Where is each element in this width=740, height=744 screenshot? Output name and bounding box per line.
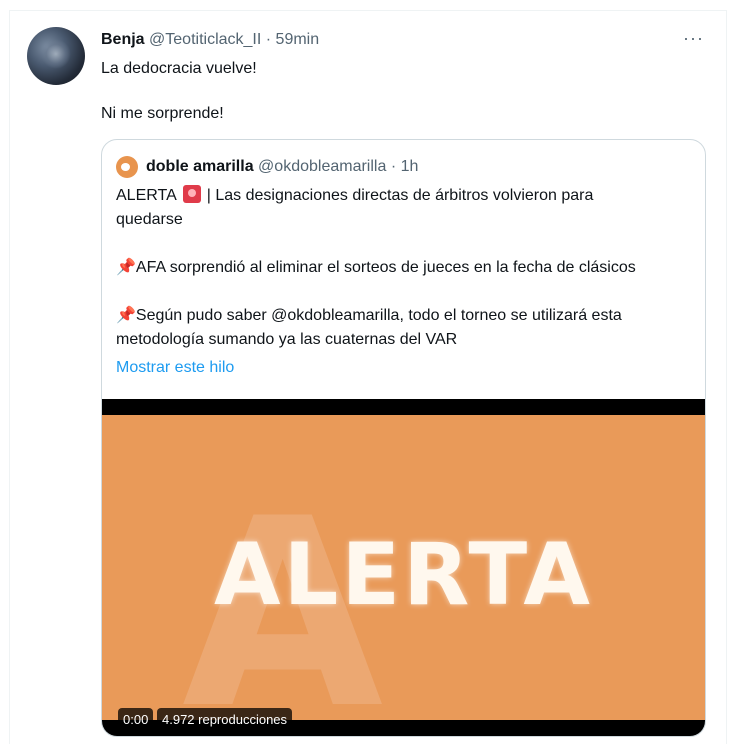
pushpin-icon: 📌 bbox=[116, 259, 136, 276]
quoted-text-alert: ALERTA | Las designaciones directas de ár… bbox=[116, 184, 696, 232]
video-views-badge: 4.972 reproducciones bbox=[157, 708, 293, 732]
timestamp[interactable]: 59min bbox=[276, 31, 320, 48]
quoted-text-pin2: 📌Según pudo saber @okdobleamarilla, todo… bbox=[116, 304, 696, 352]
more-options-icon[interactable]: ··· bbox=[683, 28, 704, 49]
tweet-header: Benja @Teotiticlack_II · 59min bbox=[101, 30, 319, 50]
alert-line2: quedarse bbox=[116, 211, 183, 228]
quoted-header: doble amarilla @okdobleamarilla · 1h bbox=[116, 156, 418, 178]
quoted-display-name[interactable]: doble amarilla bbox=[146, 157, 254, 177]
tweet-text-line2: Ni me sorprende! bbox=[101, 105, 224, 122]
handle[interactable]: @Teotiticlack_II bbox=[149, 31, 261, 48]
pushpin-icon: 📌 bbox=[116, 307, 136, 324]
quoted-timestamp[interactable]: 1h bbox=[401, 157, 419, 177]
separator: · bbox=[265, 31, 272, 48]
video-player[interactable]: A ALERTA 0:00 4.972 reproducciones bbox=[102, 399, 705, 736]
avatar[interactable] bbox=[27, 27, 85, 85]
alert-rest: | Las designaciones directas de árbitros… bbox=[206, 187, 594, 204]
pin2-line2: metodología sumando ya las cuaternas del… bbox=[116, 331, 458, 348]
display-name[interactable]: Benja bbox=[101, 31, 145, 48]
video-frame[interactable]: A ALERTA bbox=[102, 415, 705, 720]
pin2-line1: Según pudo saber @okdobleamarilla, todo … bbox=[135, 307, 622, 324]
quoted-avatar[interactable] bbox=[116, 156, 138, 178]
tweet-text-line1: La dedocracia vuelve! bbox=[101, 60, 257, 77]
show-thread-link[interactable]: Mostrar este hilo bbox=[116, 358, 234, 378]
pin1-text: AFA sorprendió al eliminar el sorteos de… bbox=[135, 259, 636, 276]
rotating-light-icon bbox=[182, 185, 201, 203]
video-time-badge: 0:00 bbox=[118, 708, 154, 732]
quoted-separator: · bbox=[390, 158, 397, 175]
alert-word: ALERTA bbox=[116, 187, 177, 204]
video-overlay-text: ALERTA bbox=[213, 525, 593, 625]
quoted-handle[interactable]: @okdobleamarilla bbox=[258, 157, 386, 177]
quoted-tweet[interactable]: doble amarilla @okdobleamarilla · 1h ALE… bbox=[101, 139, 706, 737]
quoted-text-pin1: 📌AFA sorprendió al eliminar el sorteos d… bbox=[116, 256, 696, 280]
